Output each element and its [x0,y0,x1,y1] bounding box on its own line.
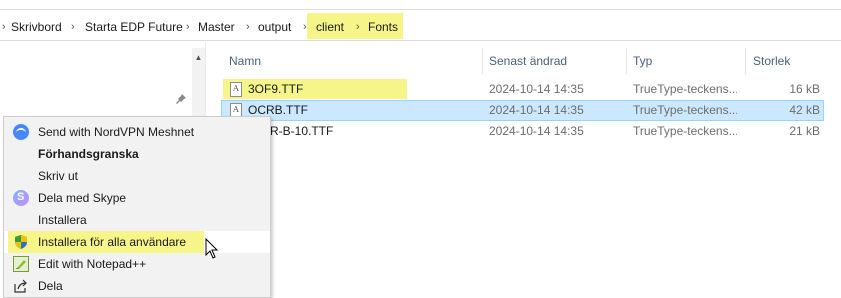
menu-item-preview[interactable]: Förhandsgranska [4,143,270,165]
file-size: 42 kB [789,103,820,117]
menu-item-label: Dela med Skype [38,191,127,205]
menu-item-label: Dela [38,279,63,293]
breadcrumb-separator[interactable]: › [186,19,190,35]
mouse-cursor-icon [205,237,219,260]
file-type: TrueType-teckens... [633,82,737,96]
breadcrumb-item-fonts[interactable]: Fonts [368,19,398,35]
file-row[interactable]: R-B-10.TTF 2024-10-14 14:35 TrueType-tec… [221,121,824,142]
file-row-selected[interactable]: OCRB.TTF 2024-10-14 14:35 TrueType-tecke… [221,100,824,121]
font-file-icon [230,82,242,97]
breadcrumb-item-master[interactable]: Master [198,19,235,35]
pin-icon[interactable] [175,93,187,105]
menu-item-send-nordvpn[interactable]: Send with NordVPN Meshnet [4,121,270,143]
breadcrumb-separator[interactable]: › [303,19,307,35]
file-modified: 2024-10-14 14:35 [489,82,584,96]
column-header-modified[interactable]: Senast ändrad [489,51,567,71]
menu-item-install-all-users[interactable]: Installera för alla användare [4,231,270,253]
menu-item-label: Förhandsgranska [38,147,139,161]
file-size: 21 kB [789,124,820,138]
context-menu: Send with NordVPN Meshnet Förhandsgransk… [3,116,271,298]
breadcrumb-separator[interactable]: › [356,19,360,35]
breadcrumb-item-starta-edp-future[interactable]: Starta EDP Future [85,19,183,35]
breadcrumb-item-skrivbord[interactable]: Skrivbord [11,19,62,35]
notepad-plus-plus-icon [13,256,29,272]
column-header-type[interactable]: Typ [633,51,652,71]
column-header-size[interactable]: Storlek [753,51,790,71]
file-type: TrueType-teckens... [633,103,737,117]
share-icon [13,278,29,294]
menu-item-label: Send with NordVPN Meshnet [38,125,195,139]
menu-item-label: Installera [38,213,87,227]
file-name: R-B-10.TTF [270,124,334,138]
scroll-up-arrow-icon[interactable]: ▲ [192,52,205,64]
file-size: 16 kB [789,82,820,96]
breadcrumb-separator: › [2,21,6,33]
menu-item-label: Edit with Notepad++ [38,257,147,271]
file-modified: 2024-10-14 14:35 [489,103,584,117]
column-header-name[interactable]: Namn [229,51,261,71]
breadcrumb[interactable]: › Skrivbord › Starta EDP Future › Master… [0,11,841,41]
menu-item-edit-notepad[interactable]: Edit with Notepad++ [4,253,270,275]
menu-item-install[interactable]: Installera [4,209,270,231]
breadcrumb-separator[interactable]: › [71,19,75,35]
column-separator[interactable] [482,48,483,74]
file-name: 3OF9.TTF [248,82,304,96]
file-row[interactable]: 3OF9.TTF 2024-10-14 14:35 TrueType-tecke… [221,79,824,100]
breadcrumb-item-client[interactable]: client [316,19,344,35]
skype-icon [13,190,29,206]
file-modified: 2024-10-14 14:35 [489,124,584,138]
breadcrumb-item-output[interactable]: output [258,19,291,35]
menu-item-share[interactable]: Dela [4,275,270,297]
column-separator[interactable] [626,48,627,74]
menu-item-print[interactable]: Skriv ut [4,165,270,187]
uac-shield-icon [13,234,29,250]
file-type: TrueType-teckens... [633,124,737,138]
breadcrumb-separator[interactable]: › [246,19,250,35]
menu-item-share-skype[interactable]: Dela med Skype [4,187,270,209]
column-separator[interactable] [745,48,746,74]
menu-item-label: Installera för alla användare [38,235,187,249]
title-strip [0,0,841,10]
nordvpn-icon [13,124,29,140]
menu-item-label: Skriv ut [38,169,79,183]
